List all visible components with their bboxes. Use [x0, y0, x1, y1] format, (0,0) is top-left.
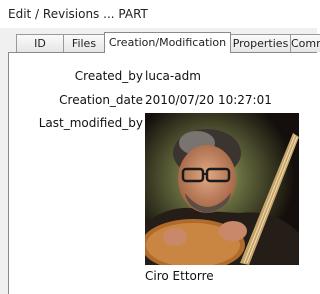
title-bar: Edit / Revisions ... PART: [0, 0, 317, 28]
tab-strip: ID Files Creation/Modification Propertie…: [16, 32, 320, 53]
tab-files[interactable]: Files: [63, 34, 105, 52]
tab-comments[interactable]: Comme: [290, 34, 320, 52]
last-modified-by-name: Ciro Ettorre: [145, 269, 214, 283]
user-photo-image: [145, 113, 299, 265]
created-by-value: luca-adm: [145, 69, 201, 83]
tab-properties[interactable]: Properties: [230, 34, 291, 52]
created-by-label: Created_by: [74, 69, 143, 83]
tab-creation-modification[interactable]: Creation/Modification: [104, 32, 231, 53]
window-title: Edit / Revisions ... PART: [8, 7, 148, 21]
last-modified-by-label: Last_modified_by: [38, 116, 143, 130]
creation-date-label: Creation_date: [59, 93, 143, 107]
creation-date-value: 2010/07/20 10:27:01: [145, 93, 272, 107]
tab-id[interactable]: ID: [16, 34, 64, 52]
user-photo: [145, 113, 299, 265]
